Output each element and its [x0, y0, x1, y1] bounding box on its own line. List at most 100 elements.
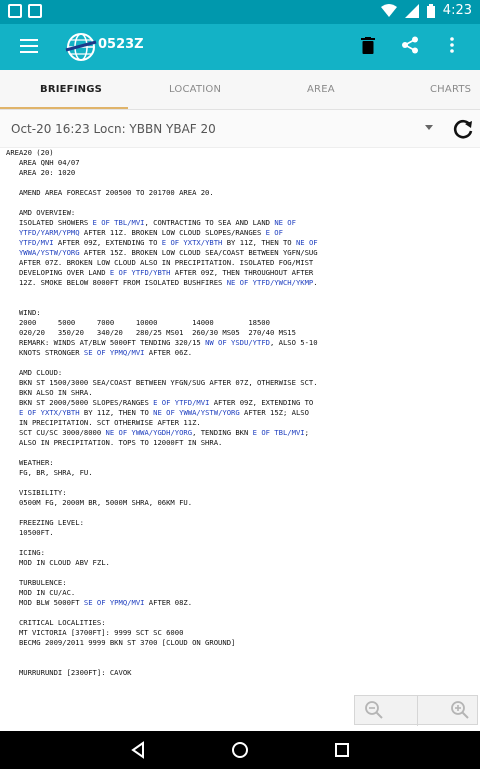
forecast-text: BKN ST 1500/3000 SEA/COAST BETWEEN YFGN/… [6, 378, 318, 387]
forecast-line: YTFD/MVI AFTER 09Z, EXTENDING TO E OF YX… [6, 238, 474, 248]
forecast-text: DEVELOPING OVER LAND [6, 268, 110, 277]
forecast-text: FG, BR, SHRA, FU. [6, 468, 93, 477]
clock: 4:23 [442, 3, 472, 18]
location-reference-link[interactable]: E OF YXTX/YBTH [19, 408, 80, 417]
location-reference-link[interactable]: NE OF [296, 238, 318, 247]
location-reference-link[interactable]: NE OF YWWA/YSTW/YORG [153, 408, 240, 417]
forecast-text: BY 11Z, THEN TO [79, 408, 154, 417]
forecast-text: AFTER 11Z. BROKEN LOW CLOUD SLOPES/RANGE… [79, 228, 266, 237]
forecast-line: BECMG 2009/2011 9999 BKN ST 3700 [CLOUD … [6, 638, 474, 648]
forecast-text: KNOTS STRONGER [6, 348, 84, 357]
forecast-line: 0500M FG, 2000M BR, 5000M SHRA, 06KM FU. [6, 498, 474, 508]
share-button[interactable] [400, 35, 420, 55]
forecast-line: AMEND AREA FORECAST 200500 TO 201700 ARE… [6, 188, 474, 198]
zoom-out-icon[interactable] [364, 700, 384, 720]
forecast-text: BECMG 2009/2011 9999 BKN ST 3700 [CLOUD … [6, 638, 236, 647]
location-reference-link[interactable]: YTFD/MVI [19, 238, 54, 247]
forecast-line: KNOTS STRONGER SE OF YPMQ/MVI AFTER 06Z. [6, 348, 474, 358]
forecast-text: 020/20 350/20 340/20 280/25 MS01 260/30 … [6, 328, 296, 337]
forecast-line: AREA20 (20) [6, 148, 474, 158]
tab-location[interactable]: LOCATION [169, 84, 221, 95]
location-reference-link[interactable]: E OF YTFD/YBTH [110, 268, 171, 277]
forecast-line: SCT CU/SC 3000/8000 NE OF YWWA/YGDH/YORG… [6, 428, 474, 438]
location-reference-link[interactable]: E OF YXTX/YBTH [162, 238, 223, 247]
forecast-text: IN PRECIPITATION. SCT OTHERWISE AFTER 11… [6, 418, 201, 427]
tab-briefings[interactable]: BRIEFINGS [40, 84, 102, 95]
location-reference-link[interactable]: E OF [266, 228, 283, 237]
forecast-text [6, 408, 19, 417]
forecast-text: 10500FT. [6, 528, 54, 537]
back-icon[interactable] [128, 740, 148, 760]
forecast-line: MOD BLW 5000FT SE OF YPMQ/MVI AFTER 08Z. [6, 598, 474, 608]
forecast-line: AREA 20: 1020 [6, 168, 474, 178]
forecast-text: MT VICTORIA [3700FT]: 9999 SCT SC 6000 [6, 628, 184, 637]
tab-charts[interactable]: CHARTS [430, 84, 471, 95]
forecast-line: FREEZING LEVEL: [6, 518, 474, 528]
location-reference-link[interactable]: NW OF YSDU/YTFD [205, 338, 270, 347]
menu-icon[interactable] [20, 39, 38, 53]
forecast-line: 020/20 350/20 340/20 280/25 MS01 260/30 … [6, 328, 474, 338]
forecast-text: 2000 5000 7000 10000 14000 18500 [6, 318, 270, 327]
refresh-icon[interactable] [452, 118, 474, 140]
forecast-line: BKN ST 1500/3000 SEA/COAST BETWEEN YFGN/… [6, 378, 474, 388]
area-forecast-text: AREA20 (20) AREA QNH 04/07 AREA 20: 1020… [6, 148, 474, 731]
location-reference-link[interactable]: SE OF YPMQ/MVI [84, 598, 145, 607]
forecast-text: AMD CLOUD: [6, 368, 63, 377]
forecast-text: VISIBILITY: [6, 488, 67, 497]
forecast-line: AFTER 07Z. BROKEN LOW CLOUD ALSO IN PREC… [6, 258, 474, 268]
delete-button[interactable] [358, 35, 378, 55]
signal-icon [404, 3, 419, 18]
recents-icon[interactable] [332, 740, 352, 760]
tab-bar: BRIEFINGS LOCATION AREA CHARTS [0, 70, 480, 110]
forecast-text: AFTER 15Z; ALSO [239, 408, 309, 417]
zoom-in-icon[interactable] [450, 700, 470, 720]
tab-area[interactable]: AREA [307, 84, 335, 95]
forecast-text: 12Z. SMOKE BELOW 8000FT FROM ISOLATED BU… [6, 278, 227, 287]
forecast-text: . [313, 278, 318, 287]
app-title: 0523Z [98, 37, 144, 52]
wifi-icon [380, 3, 397, 17]
forecast-text: MOD BLW 5000FT [6, 598, 84, 607]
location-reference-link[interactable]: NE OF YWWA/YGDH/YORG [106, 428, 193, 437]
forecast-line: YTFD/YARM/YPMQ AFTER 11Z. BROKEN LOW CLO… [6, 228, 474, 238]
forecast-line [6, 178, 474, 188]
forecast-text: AREA QNH 04/07 [6, 158, 80, 167]
forecast-text: ALSO IN PRECIPITATION. TOPS TO 12000FT I… [6, 438, 223, 447]
location-reference-link[interactable]: YTFD/YARM/YPMQ [19, 228, 80, 237]
location-reference-link[interactable]: NE OF YTFD/YWCH/YKMP [227, 278, 314, 287]
location-reference-link[interactable]: E OF TBL/MVI [93, 218, 145, 227]
forecast-line [6, 608, 474, 618]
forecast-line: VISIBILITY: [6, 488, 474, 498]
zoom-divider [417, 696, 418, 726]
forecast-line: BKN ALSO IN SHRA. [6, 388, 474, 398]
home-icon[interactable] [230, 740, 250, 760]
forecast-line: MT VICTORIA [3700FT]: 9999 SCT SC 6000 [6, 628, 474, 638]
forecast-line: MOD IN CU/AC. [6, 588, 474, 598]
forecast-line: AMD OVERVIEW: [6, 208, 474, 218]
forecast-text: CRITICAL LOCALITIES: [6, 618, 106, 627]
forecast-line [6, 508, 474, 518]
location-reference-link[interactable]: NE OF [274, 218, 296, 227]
location-reference-link[interactable]: E OF YTFD/MVI [153, 398, 209, 407]
forecast-text: AMD OVERVIEW: [6, 208, 76, 217]
forecast-line [6, 648, 474, 658]
forecast-text: ; [304, 428, 309, 437]
forecast-line: TURBULENCE: [6, 578, 474, 588]
forecast-line [6, 448, 474, 458]
forecast-text: MOD IN CU/AC. [6, 588, 76, 597]
forecast-text: , TENDING BKN [192, 428, 253, 437]
location-reference-link[interactable]: E OF TBL/MVI [253, 428, 305, 437]
location-reference-link[interactable]: SE OF YPMQ/MVI [84, 348, 145, 357]
forecast-line: MOD IN CLOUD ABV FZL. [6, 558, 474, 568]
forecast-line: ISOLATED SHOWERS E OF TBL/MVI, CONTRACTI… [6, 218, 474, 228]
forecast-line: 2000 5000 7000 10000 14000 18500 [6, 318, 474, 328]
briefing-selector-label[interactable]: Oct-20 16:23 Locn: YBBN YBAF 20 [11, 122, 216, 136]
overflow-menu-button[interactable] [442, 35, 462, 55]
forecast-line: ICING: [6, 548, 474, 558]
location-reference-link[interactable]: YWWA/YSTW/YORG [19, 248, 80, 257]
forecast-text: AFTER 09Z, EXTENDING TO [209, 398, 314, 407]
forecast-line: CRITICAL LOCALITIES: [6, 618, 474, 628]
forecast-text [6, 248, 19, 257]
status-bar: 4:23 [0, 0, 480, 24]
dropdown-arrow-icon[interactable] [425, 125, 433, 130]
